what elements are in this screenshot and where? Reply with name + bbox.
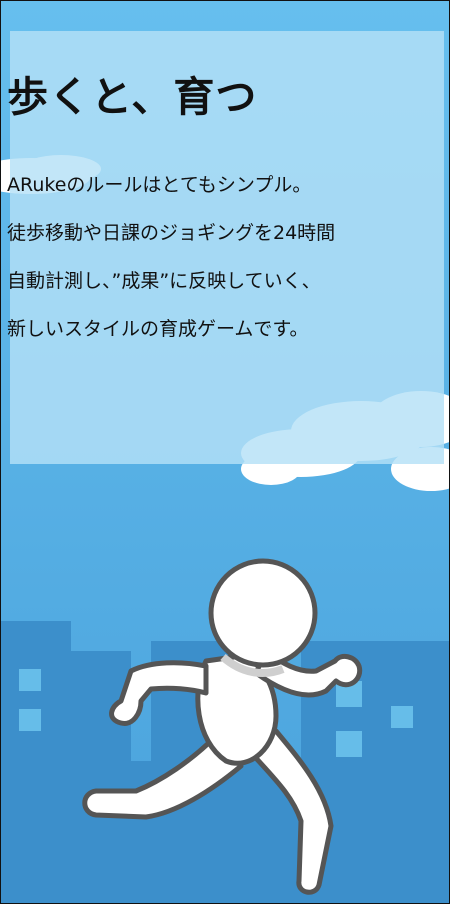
section-headline: 歩くと、育つ bbox=[7, 73, 258, 121]
intro-paragraph: ARukeのルールはとてもシンプル。 徒歩移動や日課のジョギングを24時間 自動… bbox=[7, 161, 427, 353]
body-line-3: 自動計測し、”成果”に反映していく、 bbox=[7, 270, 321, 292]
page: 歩くと、育つ ARukeのルールはとてもシンプル。 徒歩移動や日課のジョギングを… bbox=[0, 0, 450, 904]
body-line-4: 新しいスタイルの育成ゲームです。 bbox=[7, 318, 309, 340]
body-line-1: ARukeのルールはとてもシンプル。 bbox=[7, 174, 312, 196]
body-line-2: 徒歩移動や日課のジョギングを24時間 bbox=[7, 222, 336, 244]
